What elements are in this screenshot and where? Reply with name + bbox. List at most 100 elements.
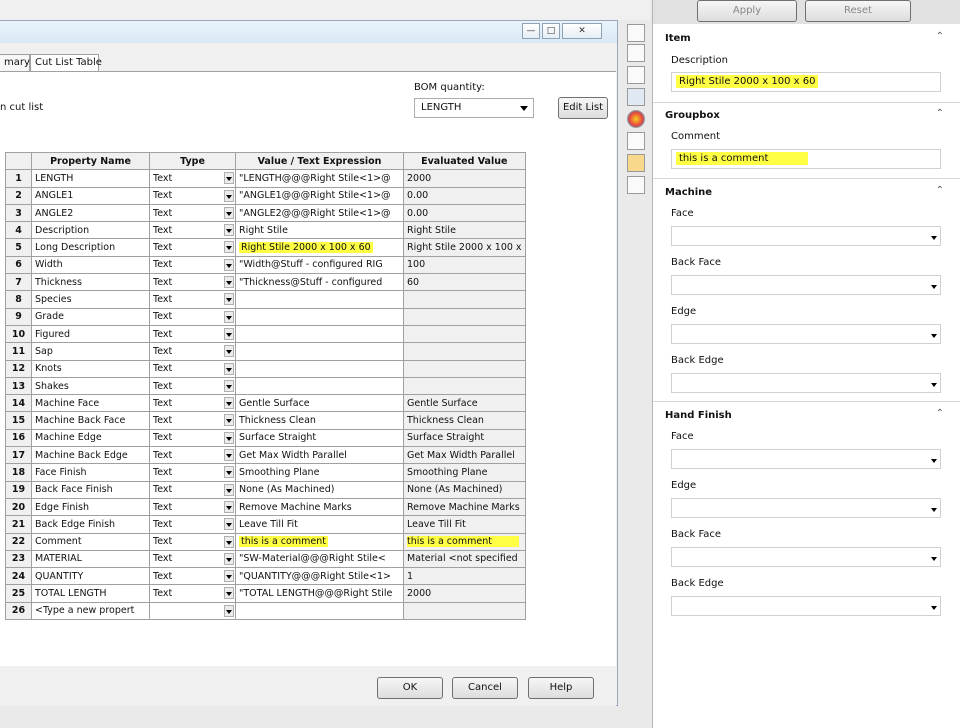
property-name-cell[interactable]: LENGTH xyxy=(31,169,150,188)
hand-finish-edge-select[interactable] xyxy=(671,498,941,518)
type-cell[interactable]: Text xyxy=(149,342,236,361)
type-cell[interactable]: Text xyxy=(149,480,236,499)
type-cell[interactable]: Text xyxy=(149,238,236,257)
value-cell[interactable]: this is a comment xyxy=(235,532,404,551)
value-cell[interactable]: Right Stile 2000 x 100 x 60 xyxy=(235,238,404,257)
table-row[interactable]: 11 Sap Text xyxy=(5,342,526,361)
dropdown-arrow-icon[interactable] xyxy=(224,414,234,427)
apply-button[interactable]: Apply xyxy=(697,0,797,22)
value-cell[interactable]: "QUANTITY@@@Right Stile<1> xyxy=(235,567,404,586)
value-cell[interactable] xyxy=(235,601,404,621)
ok-button[interactable]: OK xyxy=(377,677,443,699)
reset-button[interactable]: Reset xyxy=(805,0,911,22)
table-row[interactable]: 1 LENGTH Text "LENGTH@@@Right Stile<1>@ 2000 xyxy=(5,169,526,188)
table-row[interactable]: 2 ANGLE1 Text "ANGLE1@@@Right Stile<1>@ 0.00 xyxy=(5,186,526,205)
chevron-up-icon[interactable]: ⌃ xyxy=(936,185,944,196)
help-button[interactable]: Help xyxy=(528,677,594,699)
type-cell[interactable]: Text xyxy=(149,567,236,586)
chevron-up-icon[interactable]: ⌃ xyxy=(936,408,944,419)
value-cell[interactable]: None (As Machined) xyxy=(235,480,404,499)
type-cell[interactable]: Text xyxy=(149,221,236,240)
property-name-cell[interactable]: Width xyxy=(31,255,150,275)
dropdown-arrow-icon[interactable] xyxy=(224,431,234,444)
type-cell[interactable]: Text xyxy=(149,273,236,292)
value-cell[interactable] xyxy=(235,307,404,326)
hand-finish-back-edge-select[interactable] xyxy=(671,596,941,616)
dropdown-arrow-icon[interactable] xyxy=(224,518,234,531)
dropdown-arrow-icon[interactable] xyxy=(224,570,234,583)
custom-props-icon[interactable] xyxy=(627,154,645,172)
value-cell[interactable]: Thickness Clean xyxy=(235,411,404,430)
table-row[interactable]: 3 ANGLE2 Text "ANGLE2@@@Right Stile<1>@ 0.00 xyxy=(5,203,526,223)
property-name-cell[interactable]: Long Description xyxy=(31,238,150,257)
dropdown-arrow-icon[interactable] xyxy=(224,535,234,548)
type-cell[interactable]: Text xyxy=(149,584,236,603)
property-name-cell[interactable]: Machine Edge xyxy=(31,428,150,448)
type-cell[interactable]: Text xyxy=(149,515,236,534)
property-name-cell[interactable]: Edge Finish xyxy=(31,497,150,517)
type-cell[interactable] xyxy=(149,601,236,621)
dropdown-arrow-icon[interactable] xyxy=(224,189,234,202)
dropdown-arrow-icon[interactable] xyxy=(224,172,234,185)
machine-back-edge-select[interactable] xyxy=(671,373,941,393)
dropdown-arrow-icon[interactable] xyxy=(224,604,234,617)
appearance-icon[interactable] xyxy=(627,110,645,128)
machine-edge-select[interactable] xyxy=(671,324,941,344)
dropdown-arrow-icon[interactable] xyxy=(224,379,234,392)
table-row[interactable]: 21 Back Edge Finish Text Leave Till Fit Leav… xyxy=(5,515,526,534)
tab-summary[interactable]: mary xyxy=(0,54,30,72)
table-row[interactable]: 19 Back Face Finish Text None (As Machined)… xyxy=(5,480,526,499)
table-row[interactable]: 14 Machine Face Text Gentle Surface Gentle S… xyxy=(5,394,526,413)
minimize-button[interactable]: — xyxy=(522,23,540,39)
hand-finish-back-face-select[interactable] xyxy=(671,547,941,567)
dropdown-arrow-icon[interactable] xyxy=(224,345,234,358)
value-cell[interactable]: "SW-Material@@@Right Stile< xyxy=(235,549,404,569)
property-name-cell[interactable]: Comment xyxy=(31,532,150,551)
table-row[interactable]: 26 <Type a new propert xyxy=(5,601,526,621)
chevron-up-icon[interactable]: ⌃ xyxy=(936,31,944,42)
chevron-up-icon[interactable]: ⌃ xyxy=(936,108,944,119)
property-name-cell[interactable]: ANGLE2 xyxy=(31,203,150,223)
value-cell[interactable] xyxy=(235,324,404,344)
dropdown-arrow-icon[interactable] xyxy=(224,276,234,289)
table-row[interactable]: 15 Machine Back Face Text Thickness Clean Th… xyxy=(5,411,526,430)
table-row[interactable]: 16 Machine Edge Text Surface Straight Surfac… xyxy=(5,428,526,448)
property-name-cell[interactable]: Face Finish xyxy=(31,463,150,482)
dropdown-arrow-icon[interactable] xyxy=(224,397,234,410)
cancel-button[interactable]: Cancel xyxy=(452,677,518,699)
type-cell[interactable]: Text xyxy=(149,463,236,482)
bom-quantity-select[interactable]: LENGTH xyxy=(414,98,534,118)
type-cell[interactable]: Text xyxy=(149,169,236,188)
dropdown-arrow-icon[interactable] xyxy=(224,241,234,254)
forum-icon[interactable] xyxy=(627,176,645,194)
property-name-cell[interactable]: Shakes xyxy=(31,376,150,396)
table-row[interactable]: 9 Grade Text xyxy=(5,307,526,326)
value-cell[interactable] xyxy=(235,290,404,309)
tab-cut-list-table[interactable]: Cut List Table xyxy=(30,54,102,72)
type-cell[interactable]: Text xyxy=(149,290,236,309)
type-cell[interactable]: Text xyxy=(149,428,236,448)
dropdown-arrow-icon[interactable] xyxy=(224,293,234,306)
type-cell[interactable]: Text xyxy=(149,446,236,465)
folder-icon[interactable] xyxy=(627,66,645,84)
property-name-cell[interactable]: MATERIAL xyxy=(31,549,150,569)
dropdown-arrow-icon[interactable] xyxy=(224,310,234,323)
type-cell[interactable]: Text xyxy=(149,394,236,413)
value-cell[interactable]: Leave Till Fit xyxy=(235,515,404,534)
properties-icon[interactable] xyxy=(627,132,645,150)
dropdown-arrow-icon[interactable] xyxy=(224,483,234,496)
comment-field[interactable]: this is a comment xyxy=(671,149,941,169)
dropdown-arrow-icon[interactable] xyxy=(224,587,234,600)
close-button[interactable]: ✕ xyxy=(562,23,602,39)
value-cell[interactable] xyxy=(235,342,404,361)
table-row[interactable]: 17 Machine Back Edge Text Get Max Width Par… xyxy=(5,446,526,465)
type-cell[interactable]: Text xyxy=(149,497,236,517)
property-name-cell[interactable]: Machine Back Edge xyxy=(31,446,150,465)
value-cell[interactable]: "Width@Stuff - configured RIG xyxy=(235,255,404,275)
type-cell[interactable]: Text xyxy=(149,549,236,569)
table-row[interactable]: 13 Shakes Text xyxy=(5,376,526,396)
table-row[interactable]: 24 QUANTITY Text "QUANTITY@@@Right Stile<1>… xyxy=(5,567,526,586)
value-cell[interactable]: "Thickness@Stuff - configured xyxy=(235,273,404,292)
property-name-cell[interactable]: Thickness xyxy=(31,273,150,292)
value-cell[interactable]: Gentle Surface xyxy=(235,394,404,413)
